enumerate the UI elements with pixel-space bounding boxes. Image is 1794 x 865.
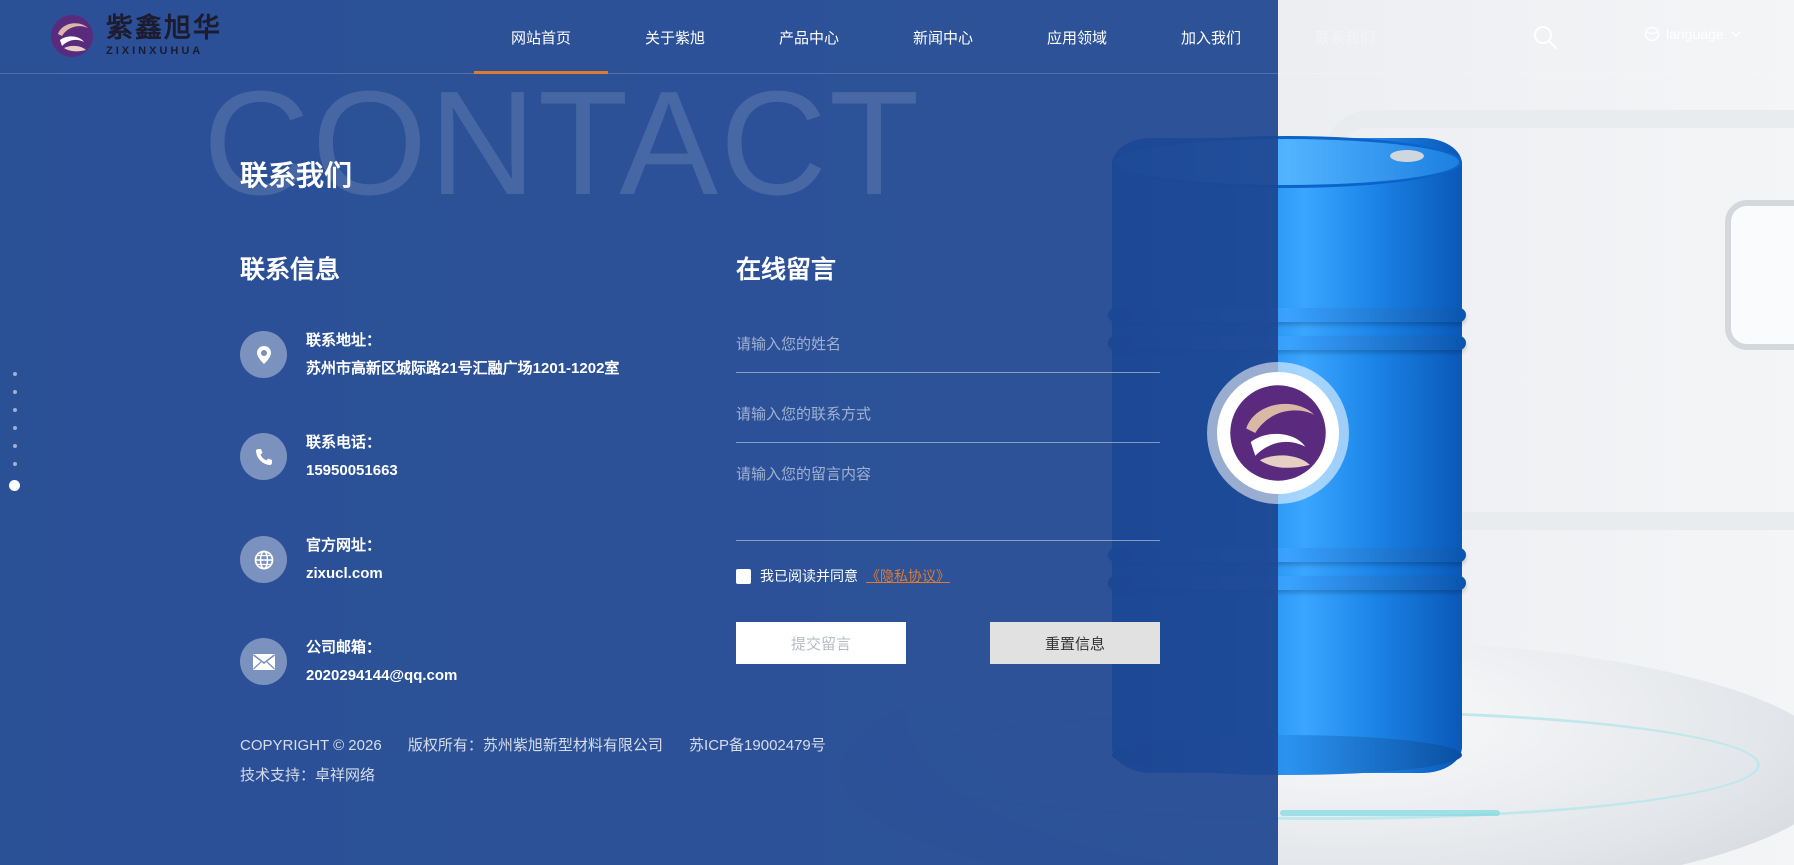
tech-support-text[interactable]: 技术支持：卓祥网络 [240,767,375,784]
contact-method-field [736,406,1160,443]
nav-item-join-us[interactable]: 加入我们 [1144,0,1278,74]
mail-icon [240,638,287,685]
phone-value: 15950051663 [306,462,398,479]
contact-website: 官方网址： zixucl.com [240,536,383,584]
globe-small-icon [1644,26,1660,42]
agree-text: 我已阅读并同意 [760,568,858,584]
website-label: 官方网址： [306,537,382,554]
brand-badge-logo [1217,372,1339,494]
address-value: 苏州市高新区城际路21号汇融广场1201-1202室 [306,360,620,377]
reset-form-button[interactable]: 重置信息 [990,622,1160,664]
contact-method-input[interactable] [736,406,1160,423]
brand-name-en: ZIXINXUHUA [106,45,204,57]
brand-name-cn: 紫鑫旭华 [106,13,222,44]
nav-item-applications[interactable]: 应用领域 [1010,0,1144,74]
message-field [736,463,1160,541]
brand-logo[interactable]: 紫鑫旭华 ZIXINXUHUA [50,14,222,58]
phone-label: 联系电话： [306,434,382,451]
footer-copyright-line: COPYRIGHT © 2026 版权所有：苏州紫旭新型材料有限公司 苏ICP备… [240,734,848,755]
email-label: 公司邮箱： [306,639,382,656]
phone-icon [240,433,287,480]
brand-logo-icon [51,15,93,57]
contact-phone: 联系电话： 15950051663 [240,433,398,481]
language-label: language [1666,26,1724,42]
contact-email: 公司邮箱： 2020294144@qq.com [240,638,457,686]
search-icon[interactable] [1532,24,1558,50]
room-window-decoration [1725,200,1794,350]
pager-dot-active[interactable] [9,480,20,491]
brand-badge-icon [1230,385,1326,481]
nav-item-contact[interactable]: 联系我们 [1278,0,1412,74]
globe-icon [240,536,287,583]
website-value[interactable]: zixucl.com [306,564,383,584]
message-textarea[interactable] [736,463,1160,514]
chevron-down-icon [1731,31,1741,37]
copyright-text: COPYRIGHT © 2026 [240,737,382,754]
platform-glow [1280,810,1500,816]
address-label: 联系地址： [306,332,382,349]
section-pager [9,372,20,491]
icp-link[interactable]: 苏ICP备19002479号 [689,737,826,754]
barrel-cap [1390,150,1424,162]
brand-badge [1207,362,1349,504]
email-value[interactable]: 2020294144@qq.com [306,666,457,686]
brand-logo-text: 紫鑫旭华 ZIXINXUHUA [106,13,222,58]
agree-checkbox[interactable] [736,568,751,584]
name-input[interactable] [736,336,1160,353]
language-switcher[interactable]: language [1644,26,1742,42]
owner-text: 版权所有：苏州紫旭新型材料有限公司 [407,737,663,754]
message-form-title: 在线留言 [736,256,837,284]
privacy-agreement: 我已阅读并同意 《隐私协议》 [736,566,950,586]
pager-dot[interactable] [12,408,17,412]
location-pin-icon [240,331,287,378]
pager-dot[interactable] [12,462,17,466]
pager-dot[interactable] [12,372,17,376]
pager-dot[interactable] [12,426,17,430]
privacy-policy-link[interactable]: 《隐私协议》 [866,566,950,586]
footer-tech-line: 技术支持：卓祥网络 [240,764,397,785]
contact-info-title: 联系信息 [240,256,341,284]
page-title: 联系我们 [240,160,353,191]
submit-message-button[interactable]: 提交留言 [736,622,906,664]
name-field [736,336,1160,373]
pager-dot[interactable] [12,444,17,448]
contact-address: 联系地址： 苏州市高新区城际路21号汇融广场1201-1202室 [240,331,619,379]
pager-dot[interactable] [12,390,17,394]
contact-watermark: CONTACT [203,61,922,226]
